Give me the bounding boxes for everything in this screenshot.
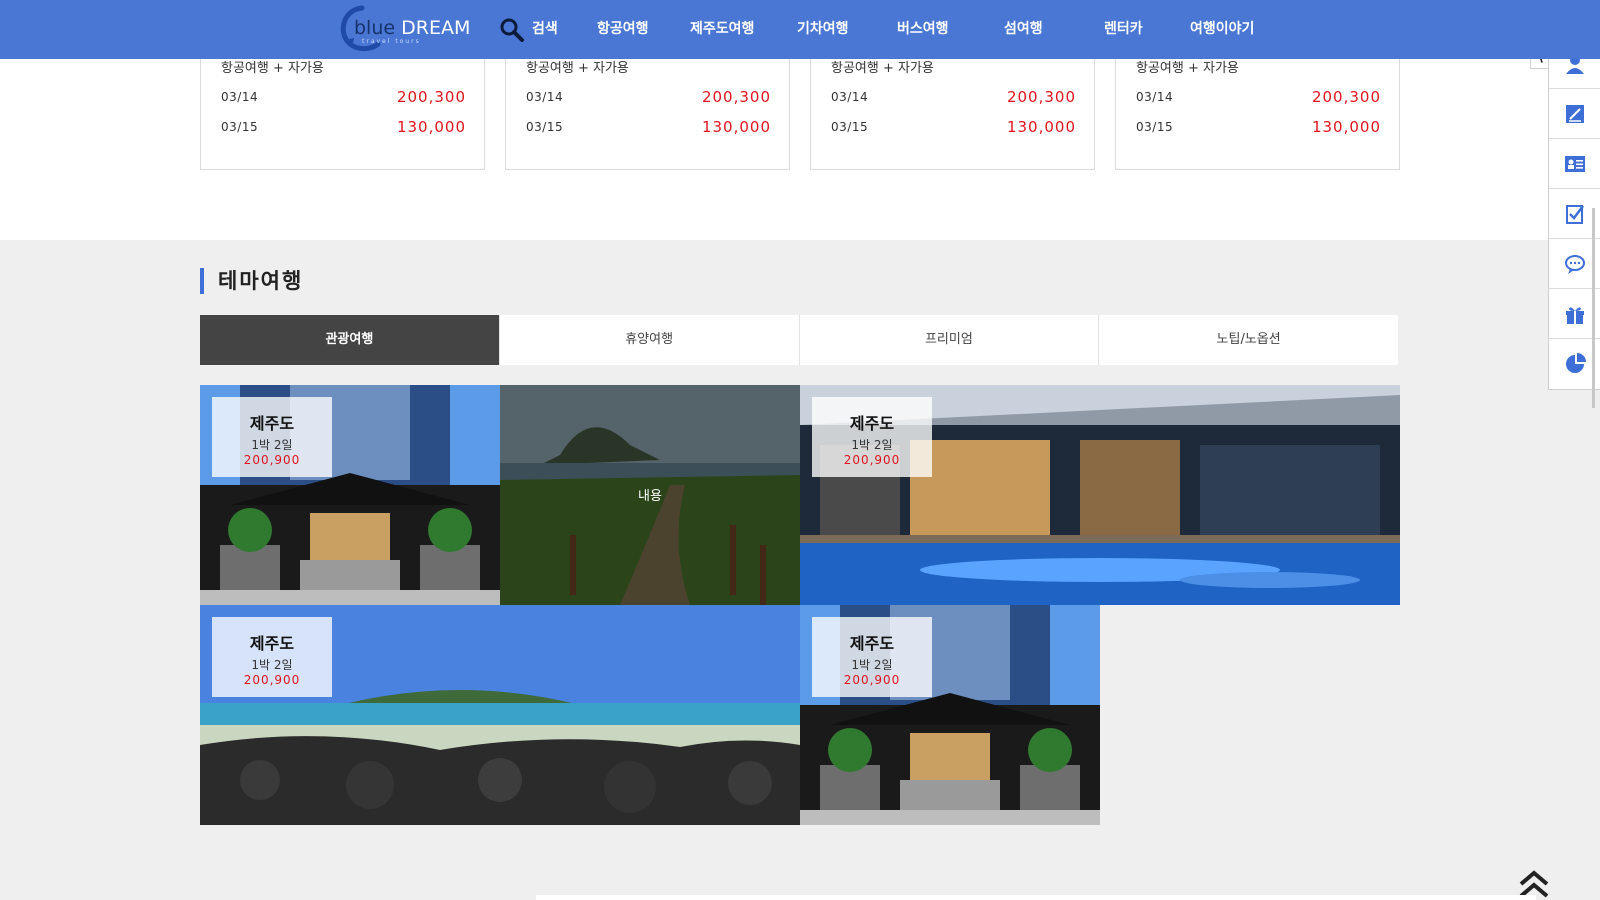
product-card[interactable]: 항공여행 + 자가용 03/14 200,300 03/15 130,000 bbox=[200, 40, 485, 170]
card-price-row: 03/14 200,300 bbox=[831, 88, 1076, 108]
card-price: 130,000 bbox=[396, 118, 466, 136]
theme-tile[interactable]: 제주도 1박 2일 200,900 bbox=[200, 605, 800, 825]
card-price: 130,000 bbox=[701, 118, 771, 136]
card-price: 200,300 bbox=[396, 88, 466, 106]
tile-title: 제주도 bbox=[849, 634, 895, 653]
card-price: 200,300 bbox=[1006, 88, 1076, 106]
nav-island-travel[interactable]: 섬여행 bbox=[1004, 18, 1043, 38]
theme-tile[interactable]: 제주도 1박 2일 200,900 bbox=[800, 385, 1400, 605]
footer-edge bbox=[536, 895, 1536, 900]
tile-info-box: 제주도 1박 2일 200,900 bbox=[812, 397, 932, 477]
pie-chart-icon bbox=[1566, 353, 1586, 373]
card-date: 03/14 bbox=[526, 90, 564, 104]
card-price-row: 03/15 130,000 bbox=[831, 118, 1076, 138]
nav-search[interactable]: 검색 bbox=[532, 18, 558, 38]
top-navigation-bar: blue DREAM travel tours 검색 항공여행 제주도여행 기차… bbox=[0, 0, 1600, 59]
tile-duration: 1박 2일 bbox=[251, 438, 293, 452]
card-date: 03/15 bbox=[526, 120, 564, 134]
card-subtitle: 항공여행 + 자가용 bbox=[221, 61, 324, 76]
tile-info-box: 제주도 1박 2일 200,900 bbox=[212, 617, 332, 697]
nav-travel-stories[interactable]: 여행이야기 bbox=[1190, 18, 1254, 38]
tile-price: 200,900 bbox=[243, 453, 301, 467]
gift-icon bbox=[1566, 306, 1584, 324]
nav-train-travel[interactable]: 기차여행 bbox=[797, 18, 849, 38]
tile-title: 제주도 bbox=[849, 414, 895, 433]
tile-duration: 1박 2일 bbox=[851, 658, 893, 672]
card-price: 130,000 bbox=[1311, 118, 1381, 136]
card-price-row: 03/14 200,300 bbox=[526, 88, 771, 108]
card-date: 03/15 bbox=[831, 120, 869, 134]
logo-tagline: travel tours bbox=[362, 38, 421, 45]
page-scrollbar-thumb[interactable] bbox=[1592, 208, 1595, 408]
logo-word-blue: blue bbox=[354, 17, 396, 39]
card-date: 03/15 bbox=[221, 120, 259, 134]
quick-contact-button[interactable] bbox=[1549, 139, 1600, 189]
card-price-row: 03/14 200,300 bbox=[1136, 88, 1381, 108]
theme-tile[interactable]: 내용 bbox=[500, 385, 800, 605]
contact-card-icon bbox=[1565, 155, 1585, 172]
card-price: 130,000 bbox=[1006, 118, 1076, 136]
tab-resort[interactable]: 휴양여행 bbox=[499, 315, 800, 365]
card-price: 200,300 bbox=[1311, 88, 1381, 106]
theme-tabs: 관광여행 휴양여행 프리미엄 노팁/노옵션 bbox=[200, 315, 1398, 365]
card-date: 03/15 bbox=[1136, 120, 1174, 134]
chat-icon bbox=[1565, 254, 1585, 274]
product-card[interactable]: 항공여행 + 자가용 03/14 200,300 03/15 130,000 bbox=[505, 40, 790, 170]
blue-dream-logo[interactable]: blue DREAM travel tours bbox=[334, 4, 474, 54]
edit-note-icon bbox=[1566, 104, 1584, 123]
nav-rent-car[interactable]: 렌터카 bbox=[1104, 18, 1143, 38]
tile-price: 200,900 bbox=[843, 453, 901, 467]
tile-duration: 1박 2일 bbox=[251, 658, 293, 672]
nav-jeju-travel[interactable]: 제주도여행 bbox=[690, 18, 754, 38]
product-card[interactable]: 항공여행 + 자가용 03/14 200,300 03/15 130,000 bbox=[810, 40, 1095, 170]
card-date: 03/14 bbox=[221, 90, 259, 104]
search-icon[interactable] bbox=[499, 17, 525, 43]
tile-info-box: 제주도 1박 2일 200,900 bbox=[812, 617, 932, 697]
quick-write-button[interactable] bbox=[1549, 89, 1600, 139]
tile-overlay-text: 내용 bbox=[638, 489, 662, 504]
theme-tile[interactable]: 제주도 1박 2일 200,900 bbox=[800, 605, 1100, 825]
product-card[interactable]: 항공여행 + 자가용 03/14 200,300 03/15 130,000 bbox=[1115, 40, 1400, 170]
card-subtitle: 항공여행 + 자가용 bbox=[831, 61, 934, 76]
tab-no-tip-no-option[interactable]: 노팁/노옵션 bbox=[1099, 315, 1398, 365]
card-price-row: 03/15 130,000 bbox=[221, 118, 466, 138]
card-price-row: 03/15 130,000 bbox=[526, 118, 771, 138]
tile-title: 제주도 bbox=[249, 414, 295, 433]
tab-sightseeing[interactable]: 관광여행 bbox=[200, 315, 500, 365]
card-date: 03/14 bbox=[831, 90, 869, 104]
tile-price: 200,900 bbox=[843, 673, 901, 687]
card-price-row: 03/14 200,300 bbox=[221, 88, 466, 108]
nav-air-travel[interactable]: 항공여행 bbox=[597, 18, 649, 38]
nav-bus-travel[interactable]: 버스여행 bbox=[897, 18, 949, 38]
checklist-icon bbox=[1566, 204, 1584, 224]
tile-price: 200,900 bbox=[243, 673, 301, 687]
card-subtitle: 항공여행 + 자가용 bbox=[1136, 61, 1239, 76]
card-date: 03/14 bbox=[1136, 90, 1174, 104]
tile-duration: 1박 2일 bbox=[851, 438, 893, 452]
tile-info-box: 제주도 1박 2일 200,900 bbox=[212, 397, 332, 477]
card-price: 200,300 bbox=[701, 88, 771, 106]
tile-title: 제주도 bbox=[249, 634, 295, 653]
logo-word-dream: DREAM bbox=[401, 17, 471, 39]
card-subtitle: 항공여행 + 자가용 bbox=[526, 61, 629, 76]
theme-tile[interactable]: 제주도 1박 2일 200,900 bbox=[200, 385, 500, 605]
theme-section-title: 테마여행 bbox=[200, 268, 303, 294]
card-price-row: 03/15 130,000 bbox=[1136, 118, 1381, 138]
tab-premium[interactable]: 프리미엄 bbox=[799, 315, 1100, 365]
